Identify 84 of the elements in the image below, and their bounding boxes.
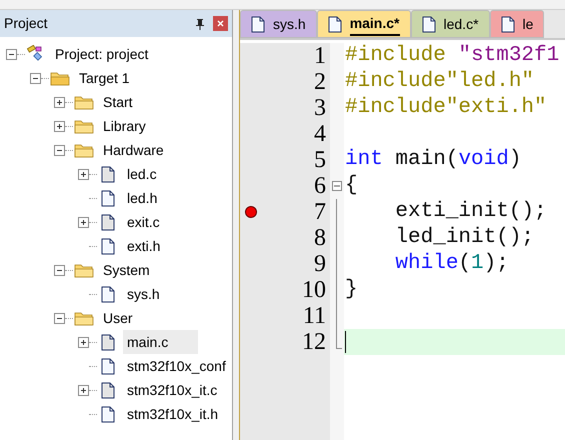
collapse-icon[interactable] [6,48,17,60]
tree-item[interactable]: stm32f10x_conf [123,354,230,378]
code-token: while [394,251,458,278]
collapse-icon[interactable] [332,181,342,191]
file-icon [101,238,115,254]
tree-item[interactable]: led.h [123,186,162,210]
tree-item[interactable]: exit.c [123,210,164,234]
line-number: 5 [313,147,326,173]
folder-icon [74,262,94,278]
line-number: 7 [313,199,326,225]
expand-icon[interactable] [78,384,89,396]
line-number: 8 [313,225,326,251]
code-token: } [345,277,358,304]
code-token: ) [508,147,522,174]
line-number: 12 [301,329,326,355]
breakpoint-icon[interactable] [245,206,257,218]
line-number: 10 [301,277,326,303]
file-icon [422,16,436,32]
tree-item[interactable]: led.c [123,162,161,186]
folder-icon [74,142,94,158]
code-token: #include [345,43,447,70]
file-icon [101,382,115,398]
code-token: int [345,147,383,174]
file-tab[interactable]: le [490,10,544,38]
code-token: #include"led.h" [345,69,534,96]
code-token: led_init(); [394,225,534,252]
file-icon [101,406,115,422]
collapse-icon[interactable] [54,144,65,156]
expand-icon[interactable] [78,168,89,180]
pin-icon[interactable] [195,18,205,30]
expand-icon[interactable] [78,216,89,228]
code-token: { [345,173,358,200]
expand-icon[interactable] [54,120,65,132]
line-number: 6 [313,173,326,199]
code-token: #include"exti.h" [345,95,547,122]
file-icon [101,334,115,350]
expand-icon[interactable] [54,96,65,108]
file-icon [101,358,115,374]
line-number: 2 [313,69,326,95]
close-icon[interactable] [213,16,228,31]
code-token: void [458,147,509,174]
panel-title: Project [4,14,49,33]
code-token: exti_init(); [394,199,547,226]
line-number: 4 [313,121,326,147]
line-number: 9 [313,251,326,277]
tree-item[interactable]: stm32f10x_it.h [123,402,222,426]
code-token: ( [458,251,472,278]
tree-item[interactable]: User [99,306,137,330]
file-tab[interactable]: sys.h [240,10,317,38]
file-icon [101,214,115,230]
folder-icon [74,310,94,326]
tree-item[interactable]: System [99,258,154,282]
collapse-icon[interactable] [54,312,65,324]
file-tab[interactable]: led.c* [410,10,490,38]
folder-icon [50,70,70,86]
file-tab[interactable]: main.c* [316,10,410,38]
code-token: 1 [471,251,484,278]
tree-item[interactable]: Project: project [51,42,152,66]
tree-item[interactable]: main.c [123,330,198,354]
tree-item[interactable]: Start [99,90,137,114]
file-icon [101,286,115,302]
file-icon [101,190,115,206]
tree-item[interactable]: sys.h [123,282,164,306]
code-token: ); [484,251,509,278]
tree-item[interactable]: exti.h [123,234,164,258]
tree-item[interactable]: Library [99,114,150,138]
tree-item[interactable]: Target 1 [75,66,134,90]
code-token: main( [394,147,458,174]
code-token: "stm32f1 [458,43,560,70]
line-number: 1 [313,43,326,69]
file-icon [101,166,115,182]
tree-item[interactable]: Hardware [99,138,168,162]
file-icon [251,16,265,32]
line-number: 11 [302,303,326,329]
file-icon [500,16,515,32]
tree-item[interactable]: stm32f10x_it.c [123,378,222,402]
collapse-icon[interactable] [30,72,41,84]
folder-icon [74,118,94,134]
file-icon [328,16,342,32]
line-number: 3 [313,95,326,121]
text-cursor [345,331,346,353]
folder-icon [74,94,94,110]
collapse-icon[interactable] [54,264,65,276]
expand-icon[interactable] [78,336,89,348]
